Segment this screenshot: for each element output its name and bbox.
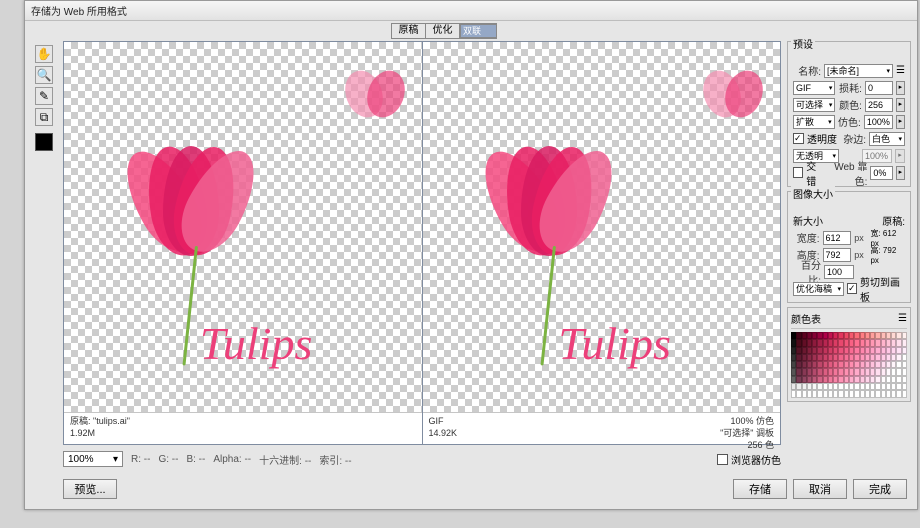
websnap-input[interactable]: 0% [870, 166, 892, 180]
websnap-spinner[interactable]: ▸ [896, 166, 905, 180]
transparency-label: 透明度 [807, 131, 837, 146]
opt-size: 14.92K [429, 427, 458, 439]
art-text: Tulips [200, 317, 313, 370]
quality-select[interactable]: 优化海稿▾ [793, 282, 844, 296]
preview-button[interactable]: 预览... [63, 479, 117, 499]
palette-select[interactable]: 可选择▾ [793, 98, 835, 112]
matte-select[interactable]: 白色▾ [869, 132, 905, 146]
color-swatch[interactable] [902, 339, 907, 346]
lossy-label: 损耗: [838, 80, 862, 95]
color-swatch[interactable] [902, 354, 907, 361]
readout-g: G: -- [158, 454, 178, 465]
zoom-select[interactable]: 100%▾ [63, 451, 123, 467]
color-table-menu-icon[interactable]: ☰ [898, 313, 907, 324]
orig-height: 高: 792 px [870, 245, 905, 265]
color-table-heading: 颜色表 [791, 311, 821, 326]
dither-label: 仿色: [838, 114, 861, 129]
lossy-spinner[interactable]: ▸ [896, 81, 905, 95]
tab-optimized[interactable]: 优化 [426, 24, 460, 38]
opt-dither: 100% 仿色 [730, 415, 774, 427]
readout-index: 索引: -- [319, 452, 351, 467]
canvas-area: Tulips 原稿: "tulips.ai" 1.92M Tulips [63, 41, 781, 445]
dither-select[interactable]: 扩散▾ [793, 115, 835, 129]
pane-opt-footer: GIF100% 仿色 14.92K"可选择" 调板 256 色 [423, 412, 781, 444]
new-size-label: 新大小 [793, 213, 823, 228]
width-unit: px [854, 233, 867, 243]
color-swatch[interactable] [902, 361, 907, 368]
eyedropper-icon[interactable]: ✎ [35, 87, 53, 105]
artwork: Tulips [64, 42, 422, 412]
bottom-bar: 100%▾ R: -- G: -- B: -- Alpha: -- 十六进制: … [63, 449, 781, 469]
zoom-tool-icon[interactable]: 🔍 [35, 66, 53, 84]
lossy-input[interactable]: 0 [865, 81, 893, 95]
done-button[interactable]: 完成 [853, 479, 907, 499]
clip-checkbox[interactable] [847, 283, 857, 294]
orig-size-label: 原稿: [882, 213, 905, 228]
color-swatch[interactable] [902, 376, 907, 383]
color-swatch[interactable] [902, 347, 907, 354]
readout-r: R: -- [131, 454, 150, 465]
interlace-checkbox[interactable] [793, 167, 803, 178]
orig-size: 1.92M [70, 427, 95, 439]
footer-buttons: 存储 取消 完成 [733, 479, 907, 499]
trans-dither-input: 100% [862, 149, 892, 163]
preset-heading: 预设 [791, 36, 815, 51]
colors-input[interactable]: 256 [865, 98, 893, 112]
width-label: 宽度: [793, 230, 820, 245]
readout-hex: 十六进制: -- [259, 452, 311, 467]
colors-spinner[interactable]: ▸ [896, 98, 905, 112]
pane-original-footer: 原稿: "tulips.ai" 1.92M [64, 412, 422, 444]
view-tabs: 原稿 优化 双联 [391, 23, 497, 39]
foreground-swatch[interactable] [35, 133, 53, 151]
width-input[interactable]: 612 [823, 231, 852, 245]
preset-name-select[interactable]: [未命名]▾ [824, 64, 893, 78]
dither-spinner[interactable]: ▸ [896, 115, 905, 129]
imgsize-heading: 图像大小 [791, 186, 835, 201]
image-size-section: 图像大小 新大小 原稿: 宽度: 612 px 宽: 612 px 高度: 79… [787, 191, 911, 303]
orig-name: 原稿: "tulips.ai" [70, 415, 130, 427]
colors-label: 颜色: [838, 97, 862, 112]
interlace-label: 交错 [806, 158, 824, 188]
dither-input[interactable]: 100% [864, 115, 893, 129]
tab-2up[interactable]: 双联 [460, 24, 496, 38]
format-select[interactable]: GIF▾ [793, 81, 835, 95]
transparency-checkbox[interactable] [793, 133, 804, 144]
tab-original[interactable]: 原稿 [392, 24, 426, 38]
preset-section: 预设 名称: [未命名]▾ ☰ GIF▾ 损耗: 0 ▸ 可选择▾ 颜色: 25… [787, 41, 911, 187]
save-button[interactable]: 存储 [733, 479, 787, 499]
height-unit: px [854, 250, 867, 260]
pane-original[interactable]: Tulips 原稿: "tulips.ai" 1.92M [64, 42, 423, 444]
tool-palette: ✋ 🔍 ✎ ⧉ [35, 45, 55, 151]
opt-format: GIF [429, 415, 444, 427]
readout-alpha: Alpha: -- [213, 454, 251, 465]
color-swatch[interactable] [902, 383, 907, 390]
art-text: Tulips [558, 317, 671, 370]
preset-menu-icon[interactable]: ☰ [896, 65, 905, 76]
window-title: 存储为 Web 所用格式 [31, 3, 127, 18]
opt-palette: "可选择" 调板 [720, 427, 774, 439]
color-table-section: 颜色表 ☰ [787, 307, 911, 402]
pane-optimized[interactable]: Tulips GIF100% 仿色 14.92K"可选择" 调板 256 色 [423, 42, 781, 444]
right-panel: 预设 名称: [未命名]▾ ☰ GIF▾ 损耗: 0 ▸ 可选择▾ 颜色: 25… [787, 41, 911, 402]
readout-b: B: -- [186, 454, 205, 465]
color-swatch[interactable] [902, 332, 907, 339]
color-swatch[interactable] [902, 368, 907, 375]
browser-dither-checkbox[interactable]: 浏览器仿色 [717, 452, 781, 467]
dialog-window: 存储为 Web 所用格式 原稿 优化 双联 ✋ 🔍 ✎ ⧉ Tulips [24, 0, 918, 510]
clip-label: 剪切到画板 [860, 274, 905, 304]
titlebar[interactable]: 存储为 Web 所用格式 [25, 1, 917, 21]
matte-label: 杂边: [840, 131, 866, 146]
slice-tool-icon[interactable]: ⧉ [35, 108, 53, 126]
artwork: Tulips [423, 42, 781, 412]
hand-tool-icon[interactable]: ✋ [35, 45, 53, 63]
percent-input[interactable]: 100 [824, 265, 854, 279]
cancel-button[interactable]: 取消 [793, 479, 847, 499]
height-input[interactable]: 792 [823, 248, 852, 262]
swatch-grid [791, 332, 907, 398]
color-swatch[interactable] [902, 390, 907, 397]
name-label: 名称: [793, 63, 821, 78]
trans-dither-spinner: ▸ [895, 149, 905, 163]
